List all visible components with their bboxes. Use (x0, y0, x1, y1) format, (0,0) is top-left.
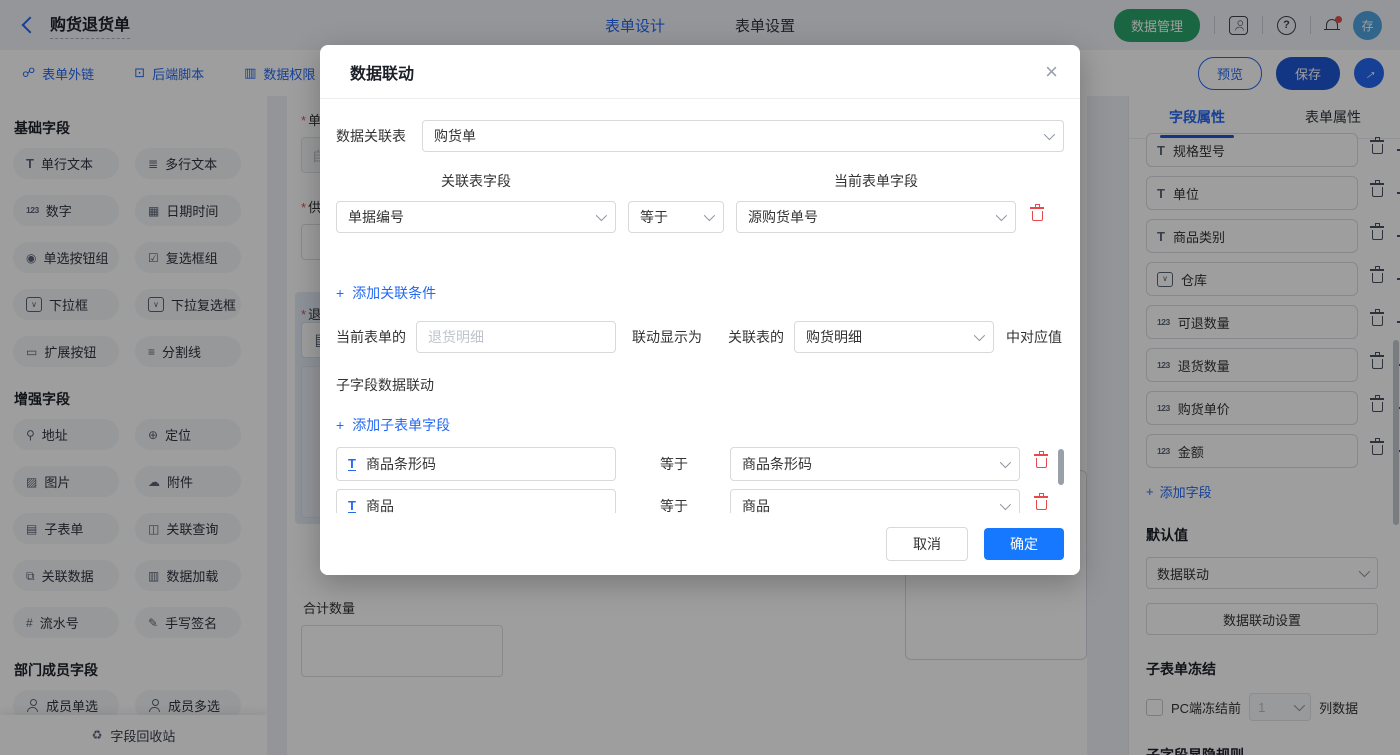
close-icon[interactable]: × (1045, 61, 1058, 83)
subfield-linkage-title: 子字段数据联动 (336, 375, 1064, 395)
display-mapping-row: 当前表单的 联动显示为 关联表的 购货明细 中对应值 (336, 321, 1064, 353)
display-prefix: 当前表单的 (336, 327, 406, 347)
chevron-down-icon (1000, 499, 1011, 510)
current-form-field-input[interactable] (416, 321, 616, 353)
modal-footer: 取消 确定 (320, 513, 1080, 575)
condition-operator-select[interactable]: 等于 (628, 201, 724, 233)
mapping-list-scrollbar[interactable] (1058, 449, 1064, 485)
relation-table-select[interactable]: 购货单 (422, 120, 1064, 152)
related-table-field-select[interactable]: 购货明细 (794, 321, 994, 353)
app-root: 购货退货单 表单设计 表单设置 数据管理 ? 存 ☍表单外链 ⊡后端脚本 ▥数据… (0, 0, 1400, 755)
chevron-down-icon (1044, 129, 1055, 140)
chevron-down-icon (974, 330, 985, 341)
modal-header: 数据联动 × (320, 45, 1080, 99)
confirm-button[interactable]: 确定 (984, 528, 1064, 560)
data-linkage-modal: 数据联动 × 数据关联表 购货单 关联表字段 当前表单字段 单据编号 等于 源购… (320, 45, 1080, 575)
cancel-button[interactable]: 取消 (886, 527, 968, 561)
condition-column-headers: 关联表字段 当前表单字段 (336, 171, 1064, 191)
display-table-label: 关联表的 (728, 327, 784, 347)
col-header-current: 当前表单字段 (736, 171, 1016, 191)
text-icon: T (348, 499, 356, 514)
modal-title: 数据联动 (350, 60, 414, 84)
chevron-down-icon (596, 210, 607, 221)
modal-body: 数据关联表 购货单 关联表字段 当前表单字段 单据编号 等于 源购货单号 +添加… (320, 120, 1080, 535)
display-suffix: 中对应值 (1006, 327, 1062, 347)
display-middle: 联动显示为 (632, 327, 702, 347)
plus-icon: + (336, 417, 344, 433)
col-header-related: 关联表字段 (336, 171, 616, 191)
mapping-source-box[interactable]: T商品条形码 (336, 447, 616, 481)
plus-icon: + (336, 285, 344, 301)
delete-mapping-icon[interactable] (1036, 455, 1047, 473)
chevron-down-icon (1000, 457, 1011, 468)
text-icon: T (348, 457, 356, 472)
mapping-target-select[interactable]: 商品条形码 (730, 447, 1020, 481)
condition-target-select[interactable]: 源购货单号 (736, 201, 1016, 233)
mapping-row: T商品条形码 等于 商品条形码 (336, 447, 1064, 481)
condition-row: 单据编号 等于 源购货单号 (336, 201, 1064, 233)
relation-table-label: 数据关联表 (336, 126, 406, 146)
add-subform-field-link[interactable]: +添加子表单字段 (336, 415, 1064, 435)
mapping-operator: 等于 (660, 454, 690, 474)
relation-table-row: 数据关联表 购货单 (336, 120, 1064, 152)
chevron-down-icon (704, 210, 715, 221)
add-condition-link[interactable]: +添加关联条件 (336, 283, 1064, 303)
delete-condition-icon[interactable] (1032, 208, 1043, 226)
condition-field-select[interactable]: 单据编号 (336, 201, 616, 233)
chevron-down-icon (996, 210, 1007, 221)
